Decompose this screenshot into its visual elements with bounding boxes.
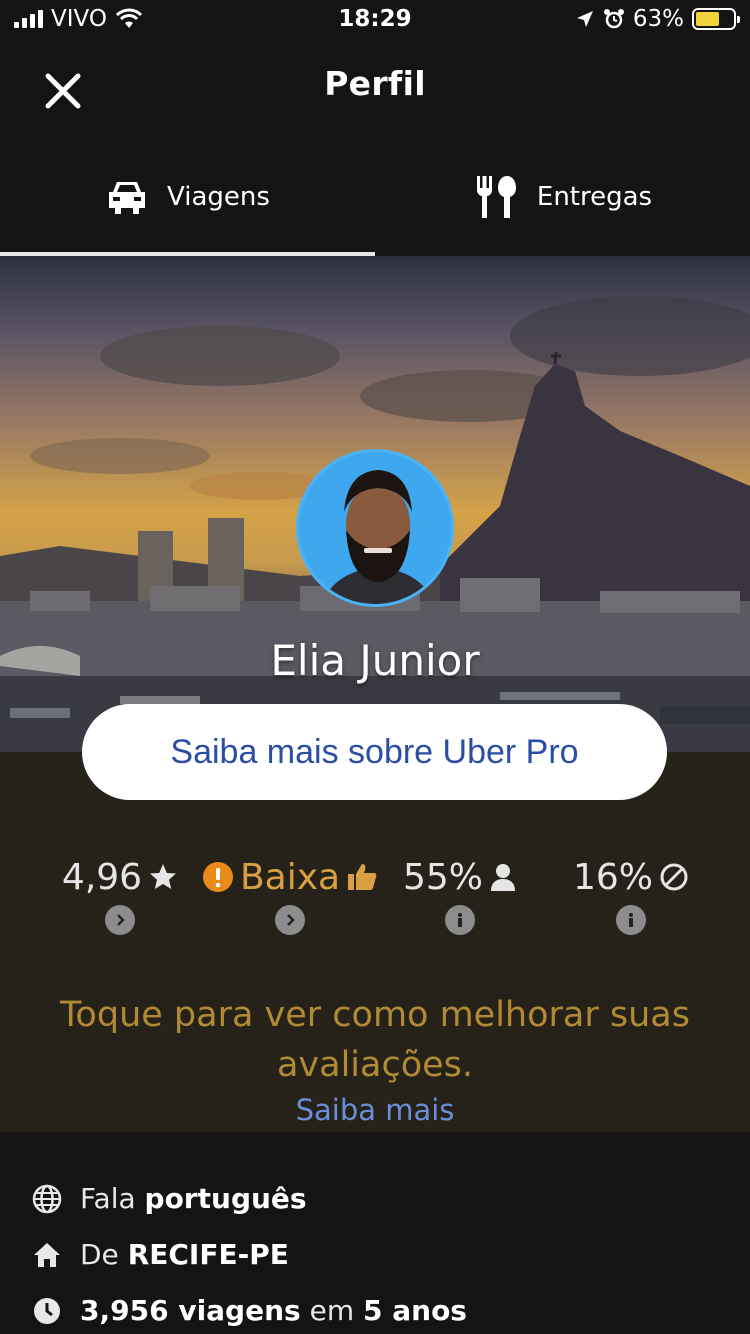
acceptance-value: Baixa	[239, 856, 341, 898]
chevron-right-icon[interactable]	[105, 905, 135, 935]
years-count: 5 anos	[363, 1294, 467, 1327]
avatar[interactable]	[296, 449, 454, 607]
tab-viagens[interactable]: Viagens	[0, 138, 375, 256]
stat-cancellation[interactable]: 16%	[570, 855, 692, 935]
profile-name: Elia Junior	[270, 636, 480, 685]
tab-viagens-label: Viagens	[167, 182, 270, 212]
info-origin: De RECIFE-PE	[32, 1238, 289, 1271]
tab-entregas-label: Entregas	[536, 182, 653, 212]
thumbs-up-icon	[348, 864, 377, 890]
chevron-right-icon[interactable]	[275, 905, 305, 935]
page-title: Perfil	[324, 64, 426, 103]
header: Perfil	[0, 42, 750, 138]
globe-icon	[32, 1184, 62, 1213]
fork-spoon-icon	[476, 176, 516, 218]
info-language: Fala português	[32, 1182, 307, 1215]
status-right: 63%	[575, 6, 740, 32]
profile-info: Fala português De RECIFE-PE 3,956 viagen…	[0, 1132, 750, 1334]
clock-icon	[34, 1297, 60, 1324]
person-icon	[491, 864, 515, 891]
rating-value: 4,96	[61, 856, 143, 898]
alarm-icon	[603, 9, 624, 29]
tab-bar: Viagens Entregas	[0, 138, 750, 256]
trips-percent-value: 55%	[402, 856, 483, 898]
warning-icon	[202, 862, 233, 892]
language-prefix: Fala	[80, 1182, 145, 1215]
car-icon	[109, 182, 146, 214]
status-bar: VIVO 18:29 63%	[0, 0, 750, 42]
stats-row: 4,96 Baixa 55% 16%	[0, 855, 750, 945]
info-trips: 3,956 viagens em 5 anos	[32, 1294, 467, 1327]
tab-entregas[interactable]: Entregas	[375, 138, 750, 256]
stat-acceptance[interactable]: Baixa	[200, 855, 380, 935]
origin-value: RECIFE-PE	[127, 1238, 289, 1271]
battery-icon	[692, 8, 740, 30]
rating-tip[interactable]: Toque para ver como melhorar suas avalia…	[0, 990, 750, 1090]
origin-prefix: De	[80, 1238, 128, 1271]
trips-mid: em	[300, 1294, 364, 1327]
location-arrow-icon	[576, 11, 593, 27]
avatar-photo	[321, 470, 435, 604]
stat-rating[interactable]: 4,96	[60, 855, 180, 935]
info-icon[interactable]	[616, 905, 646, 935]
cancellation-value: 16%	[572, 856, 653, 898]
info-icon[interactable]	[445, 905, 475, 935]
uber-pro-button[interactable]: Saiba mais sobre Uber Pro	[82, 704, 667, 800]
cancel-icon	[660, 863, 688, 891]
cover-photo: Elia Junior	[0, 256, 750, 752]
learn-more-link[interactable]: Saiba mais	[0, 1093, 750, 1127]
battery-percent: 63%	[632, 6, 684, 32]
language-value: português	[144, 1182, 307, 1215]
home-icon	[34, 1242, 60, 1267]
trips-count: 3,956 viagens	[80, 1294, 301, 1327]
stat-percentage-trips[interactable]: 55%	[400, 855, 520, 935]
star-icon	[150, 864, 177, 889]
